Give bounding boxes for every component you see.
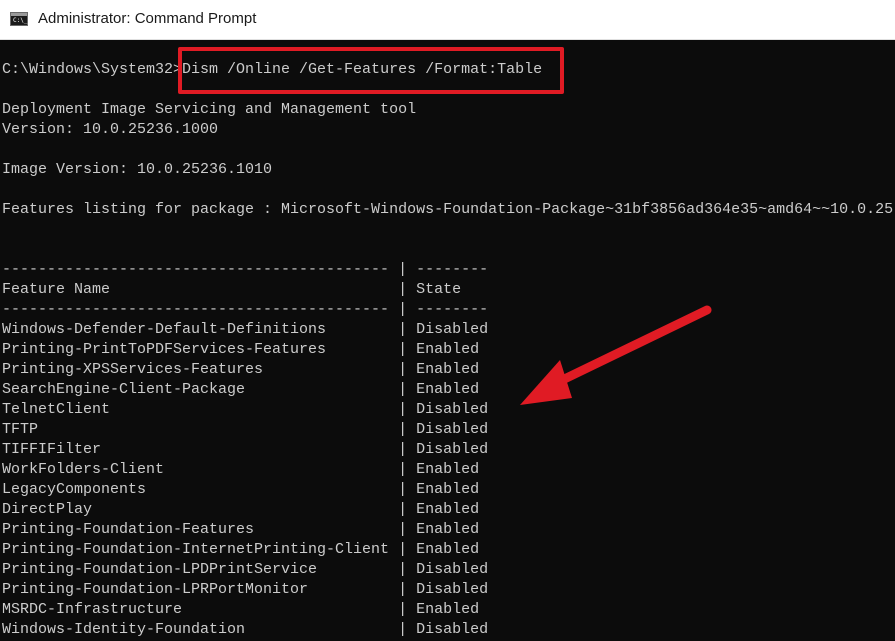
table-row: Printing-Foundation-Features | Enabled <box>2 520 479 540</box>
feature-state: Disabled <box>416 561 489 578</box>
column-separator: | <box>92 501 417 518</box>
table-row: TIFFIFilter | Disabled <box>2 440 488 460</box>
table-row: Printing-Foundation-InternetPrinting-Cli… <box>2 540 479 560</box>
feature-name: Printing-Foundation-LPRPortMonitor <box>2 581 309 598</box>
table-row: Printing-PrintToPDFServices-Features | E… <box>2 340 479 360</box>
console-output[interactable]: C:\Windows\System32>Dism /Online /Get-Fe… <box>0 40 895 641</box>
table-row: Windows-Identity-Foundation | Disabled <box>2 620 488 640</box>
feature-state: Enabled <box>416 461 480 478</box>
table-row: TelnetClient | Disabled <box>2 400 488 420</box>
feature-state: Disabled <box>416 421 489 438</box>
table-header-row: Feature Name | State <box>2 281 462 298</box>
feature-name: TFTP <box>2 421 39 438</box>
feature-state: Enabled <box>416 601 480 618</box>
version-line: Version: 10.0.25236.1000 <box>2 121 219 138</box>
feature-state: Enabled <box>416 521 480 538</box>
feature-state: Disabled <box>416 401 489 418</box>
column-separator: | <box>317 561 417 578</box>
feature-name: WorkFolders-Client <box>2 461 165 478</box>
column-separator: | <box>182 601 417 618</box>
command-highlight-box <box>178 47 564 94</box>
feature-name: LegacyComponents <box>2 481 147 498</box>
table-row: Windows-Defender-Default-Definitions | D… <box>2 320 488 340</box>
table-row: WorkFolders-Client | Enabled <box>2 460 479 480</box>
column-separator: | <box>245 621 417 638</box>
table-row: DirectPlay | Enabled <box>2 500 479 520</box>
column-separator: | <box>245 381 417 398</box>
image-version-line: Image Version: 10.0.25236.1010 <box>2 161 273 178</box>
prompt-text: C:\Windows\System32> <box>2 61 183 78</box>
table-row: SearchEngine-Client-Package | Enabled <box>2 380 479 400</box>
feature-state: Disabled <box>416 581 489 598</box>
column-separator: | <box>308 581 417 598</box>
column-separator: | <box>326 321 417 338</box>
table-row: TFTP | Disabled <box>2 420 488 440</box>
feature-state: Disabled <box>416 321 489 338</box>
feature-name: SearchEngine-Client-Package <box>2 381 246 398</box>
column-separator: | <box>38 421 417 438</box>
column-separator: | <box>326 341 417 358</box>
feature-name: Printing-PrintToPDFServices-Features <box>2 341 327 358</box>
feature-name: Printing-Foundation-Features <box>2 521 255 538</box>
column-separator: | <box>146 481 417 498</box>
feature-name: TIFFIFilter <box>2 441 102 458</box>
feature-state: Enabled <box>416 501 480 518</box>
state-header: State <box>416 281 462 298</box>
table-separator-top: ----------------------------------------… <box>2 261 489 278</box>
feature-name: Windows-Identity-Foundation <box>2 621 246 638</box>
column-separator: | <box>254 521 417 538</box>
title-bar[interactable]: C:\_ Administrator: Command Prompt <box>0 0 895 40</box>
command-prompt-window: C:\_ Administrator: Command Prompt C:\Wi… <box>0 0 895 641</box>
column-separator: | <box>110 401 417 418</box>
column-separator: | <box>164 461 417 478</box>
feature-name: Windows-Defender-Default-Definitions <box>2 321 327 338</box>
feature-state: Enabled <box>416 341 480 358</box>
tool-name-line: Deployment Image Servicing and Managemen… <box>2 101 417 118</box>
table-row: MSRDC-Infrastructure | Enabled <box>2 600 479 620</box>
table-row: Printing-Foundation-LPRPortMonitor | Dis… <box>2 580 488 600</box>
feature-name-header: Feature Name <box>2 281 111 298</box>
feature-name: DirectPlay <box>2 501 93 518</box>
cmd-icon: C:\_ <box>10 12 28 26</box>
feature-name: Printing-XPSServices-Features <box>2 361 264 378</box>
column-separator: | <box>101 441 417 458</box>
table-separator-bottom: ----------------------------------------… <box>2 301 489 318</box>
feature-state: Enabled <box>416 481 480 498</box>
column-separator: | <box>389 541 417 558</box>
table-row: Printing-Foundation-LPDPrintService | Di… <box>2 560 488 580</box>
features-listing-line: Features listing for package : Microsoft… <box>2 201 894 218</box>
table-row: LegacyComponents | Enabled <box>2 480 479 500</box>
feature-name: Printing-Foundation-InternetPrinting-Cli… <box>2 541 390 558</box>
feature-name: MSRDC-Infrastructure <box>2 601 183 618</box>
table-row: Printing-XPSServices-Features | Enabled <box>2 360 479 380</box>
window-title: Administrator: Command Prompt <box>38 10 257 27</box>
feature-state: Enabled <box>416 541 480 558</box>
feature-name: TelnetClient <box>2 401 111 418</box>
feature-state: Enabled <box>416 361 480 378</box>
column-separator: | <box>263 361 417 378</box>
feature-name: Printing-Foundation-LPDPrintService <box>2 561 318 578</box>
feature-state: Enabled <box>416 381 480 398</box>
feature-state: Disabled <box>416 621 489 638</box>
feature-state: Disabled <box>416 441 489 458</box>
